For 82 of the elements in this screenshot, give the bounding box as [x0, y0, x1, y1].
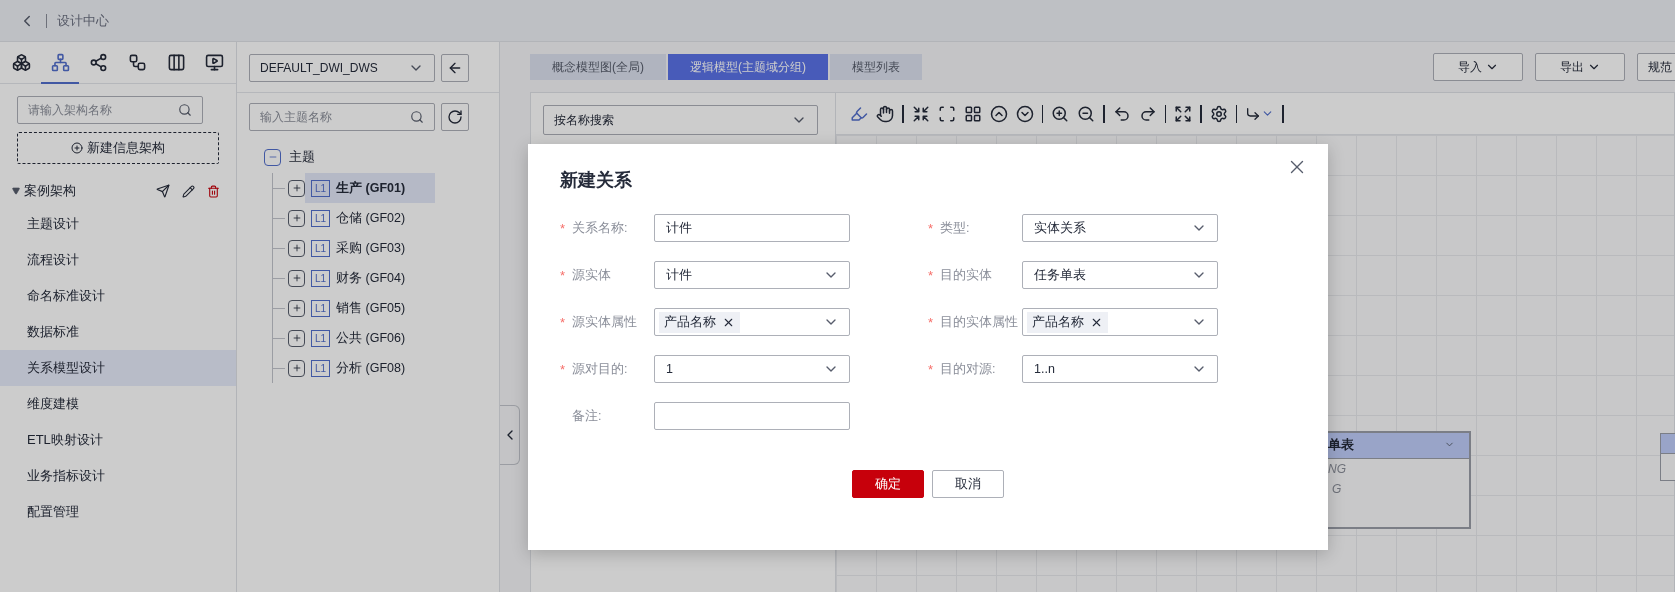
tree-item[interactable]: L1 财务 (GF04): [305, 263, 436, 293]
tree-item-label: 仓储 (GF02): [336, 209, 406, 227]
node-title: 单表: [1328, 437, 1355, 454]
field-label: 目的实体: [940, 266, 992, 284]
required-mark: *: [560, 267, 566, 283]
level-badge: L1: [311, 299, 331, 317]
tree-item-label: 生产 (GF01): [336, 179, 406, 197]
menu-item[interactable]: 业务指标设计: [0, 458, 236, 494]
tree-item[interactable]: L1 采购 (GF03): [305, 233, 436, 263]
tree-item-label: 公共 (GF06): [336, 329, 406, 347]
level-badge: L1: [311, 359, 331, 377]
field-label: 源实体属性: [572, 313, 637, 331]
menu-item[interactable]: 命名标准设计: [0, 278, 236, 314]
required-mark: *: [560, 361, 566, 377]
page-title: 设计中心: [57, 11, 109, 30]
select-field[interactable]: 1..n: [1022, 355, 1218, 383]
tree-item-label: 财务 (GF04): [336, 269, 406, 287]
level-badge: L1: [311, 269, 331, 287]
action-button[interactable]: 导入: [1433, 53, 1523, 81]
confirm-button[interactable]: 确定: [852, 470, 924, 498]
required-mark: *: [928, 314, 934, 330]
level-badge: L1: [311, 329, 331, 347]
select-field[interactable]: 产品名称: [1022, 308, 1218, 336]
select-field[interactable]: 任务单表: [1022, 261, 1218, 289]
view-tab[interactable]: 逻辑模型(主题域分组): [668, 54, 828, 80]
group-label: 案例架构: [24, 182, 77, 200]
field-label: 目的实体属性: [940, 313, 1018, 331]
input-field[interactable]: 计件: [654, 214, 850, 242]
tree-item[interactable]: L1 仓储 (GF02): [305, 203, 436, 233]
required-mark: *: [560, 314, 566, 330]
dialog-title: 新建关系: [560, 169, 633, 192]
menu-item[interactable]: ETL映射设计: [0, 422, 236, 458]
field-label: 关系名称:: [572, 219, 628, 237]
menu-item[interactable]: 流程设计: [0, 242, 236, 278]
select-field[interactable]: 产品名称: [654, 308, 850, 336]
tree-item-label: 销售 (GF05): [336, 299, 406, 317]
tree-item-label: 分析 (GF08): [336, 359, 406, 377]
cancel-button[interactable]: 取消: [932, 470, 1004, 498]
required-mark: *: [560, 220, 566, 236]
field-label: 备注:: [572, 407, 602, 425]
select-field[interactable]: 实体关系: [1022, 214, 1218, 242]
menu-item[interactable]: 配置管理: [0, 494, 236, 530]
tree-item[interactable]: L1 生产 (GF01): [305, 173, 436, 203]
level-badge: L1: [311, 239, 331, 257]
workspace-select[interactable]: DEFAULT_DWI_DWS: [249, 54, 435, 82]
select-field[interactable]: 计件: [654, 261, 850, 289]
level-badge: L1: [311, 179, 331, 197]
field-label: 源实体: [572, 266, 611, 284]
menu-item[interactable]: 关系模型设计: [0, 350, 236, 386]
menu-item[interactable]: 维度建模: [0, 386, 236, 422]
field-value: 1: [666, 362, 674, 376]
view-tab[interactable]: 模型列表: [830, 54, 922, 80]
search-select[interactable]: 按名称搜索: [543, 105, 818, 135]
tree-item[interactable]: L1 公共 (GF06): [305, 323, 436, 353]
field-label: 目的对源:: [940, 360, 996, 378]
required-mark: *: [928, 361, 934, 377]
menu-item[interactable]: 主题设计: [0, 206, 236, 242]
field-value: 计件: [666, 266, 693, 284]
action-button[interactable]: 导出: [1535, 53, 1625, 81]
entity-node[interactable]: 单表 NG G: [1328, 431, 1471, 529]
new-architecture-button[interactable]: 新建信息架构: [17, 132, 219, 164]
tree-item[interactable]: L1 销售 (GF05): [305, 293, 436, 323]
select-field[interactable]: 1: [654, 355, 850, 383]
field-value: 任务单表: [1034, 266, 1087, 284]
field-label: 类型:: [940, 219, 970, 237]
field-label: 源对目的:: [572, 360, 628, 378]
view-tab[interactable]: 概念模型图(全局): [530, 54, 666, 80]
field-value: 实体关系: [1034, 219, 1087, 237]
required-mark: *: [928, 267, 934, 283]
field-value: 1..n: [1034, 362, 1056, 376]
menu-item[interactable]: 数据标准: [0, 314, 236, 350]
level-badge: L1: [311, 209, 331, 227]
node-field: G: [1328, 479, 1469, 499]
tag: 产品名称: [1027, 311, 1108, 333]
action-button[interactable]: 规范: [1637, 53, 1675, 81]
node-field: NG: [1328, 459, 1469, 479]
tree-item-label: 采购 (GF03): [336, 239, 406, 257]
tree-item[interactable]: L1 分析 (GF08): [305, 353, 436, 383]
field-value: 计件: [666, 219, 693, 237]
tree-root[interactable]: 主题: [289, 148, 315, 166]
tag: 产品名称: [659, 311, 740, 333]
required-mark: *: [928, 220, 934, 236]
